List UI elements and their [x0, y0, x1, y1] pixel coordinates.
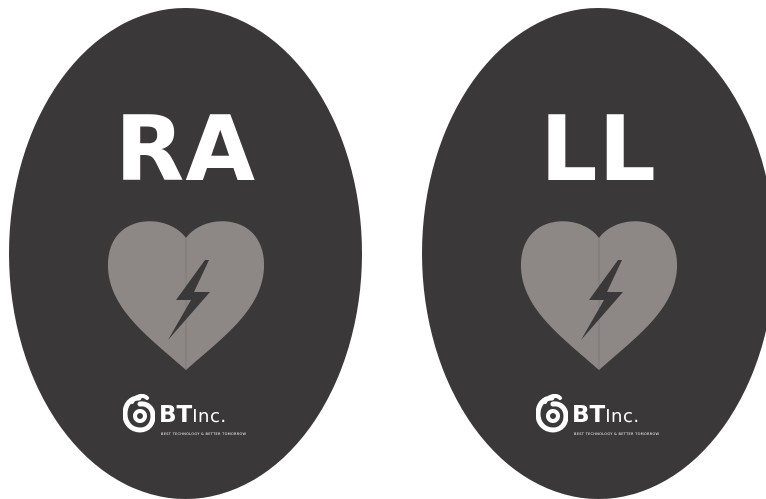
heart-lightning-icon: [107, 221, 265, 370]
brand-logo: BTInc. BEST TECHNOLOGY & BETTER TOMORROW: [536, 394, 666, 444]
brand-name: BTInc.: [159, 403, 227, 429]
brand-name-bold: BT: [159, 402, 193, 428]
brand-tagline: BEST TECHNOLOGY & BETTER TOMORROW: [574, 432, 660, 436]
pad-label: RA: [115, 97, 256, 202]
brand-name-light: Inc.: [605, 406, 640, 427]
brand-name: BTInc.: [572, 403, 640, 429]
brand-name-bold: BT: [572, 402, 606, 428]
electrode-pad-ra: RA BTInc. BEST TECHNOLOGY & BETTER TOMOR…: [9, 8, 362, 499]
pad-label: LL: [540, 97, 657, 202]
heart-lightning-icon: [520, 221, 678, 370]
bt-logo-mark-icon: [536, 394, 568, 433]
electrode-pad-ll: LL BTInc. BEST TECHNOLOGY & BETTER TOMOR…: [422, 8, 766, 499]
bt-logo-mark-icon: [123, 394, 155, 433]
brand-name-light: Inc.: [192, 406, 227, 427]
brand-tagline: BEST TECHNOLOGY & BETTER TOMORROW: [161, 432, 247, 436]
brand-logo: BTInc. BEST TECHNOLOGY & BETTER TOMORROW: [123, 394, 253, 444]
